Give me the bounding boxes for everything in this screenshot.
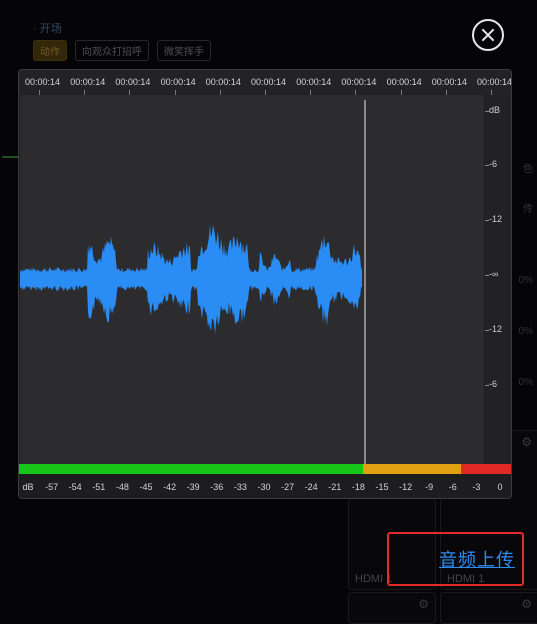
db-axis-label: -18 [351, 482, 365, 492]
right-label: 传 [523, 204, 533, 215]
waveform-area[interactable] [20, 95, 484, 464]
db-axis-label: -42 [163, 482, 177, 492]
db-axis-label: -12 [399, 482, 413, 492]
db-scale-tick [485, 111, 489, 112]
db-scale-tick [485, 165, 489, 166]
timeline-label: 00:00:14 [386, 77, 422, 87]
db-axis-label: -30 [257, 482, 271, 492]
db-axis-label: -6 [448, 482, 457, 492]
section-title: · 开场 [33, 23, 62, 35]
db-scale-label: -12 [489, 214, 503, 224]
timeline-label: 00:00:14 [70, 77, 106, 87]
db-scale: dB -6 -12 -∞ -12 -6 [485, 95, 511, 464]
db-axis-label: -9 [425, 482, 434, 492]
db-axis-label: -36 [210, 482, 224, 492]
waveform [20, 100, 366, 464]
db-axis-label: -24 [304, 482, 318, 492]
timeline-label: 00:00:14 [160, 77, 196, 87]
right-label: 色 [523, 164, 533, 175]
audio-waveform-dialog: 00:00:14 00:00:14 00:00:14 00:00:14 00:00:14… [18, 69, 512, 499]
db-axis-label: 0 [497, 482, 503, 492]
level-meter [19, 464, 511, 474]
tag-wave[interactable]: 微笑挥手 [157, 40, 211, 61]
tag-list: 动作 向观众打招呼 微笑挥手 [33, 40, 211, 61]
db-scale-tick [485, 275, 489, 276]
db-axis-label: -45 [139, 482, 153, 492]
db-axis-label: -48 [115, 482, 129, 492]
db-axis-label: -54 [68, 482, 82, 492]
db-scale-tick [485, 330, 489, 331]
close-icon[interactable] [472, 19, 504, 51]
db-axis-label: -39 [186, 482, 200, 492]
meter-red-segment [461, 464, 511, 474]
gear-icon[interactable]: ⚙ [418, 597, 429, 611]
timeline-label: 00:00:14 [25, 77, 61, 87]
timeline-label: 00:00:14 [115, 77, 151, 87]
db-scale-label: -6 [489, 159, 498, 169]
timeline-label: 00:00:14 [431, 77, 467, 87]
db-axis-label: -21 [328, 482, 342, 492]
background-accent-line [2, 156, 18, 158]
db-axis: dB -57 -54 -51 -48 -45 -42 -39 -36 -33 -30 -27 -24 -2… [19, 474, 511, 498]
right-label: 0% [518, 377, 533, 388]
db-axis-label: -15 [375, 482, 389, 492]
timeline-label: 00:00:14 [477, 77, 512, 87]
timeline-label: 00:00:14 [205, 77, 241, 87]
right-label: 0% [518, 275, 533, 286]
video-panel[interactable]: ⚙ [440, 592, 537, 624]
right-label: 0% [518, 326, 533, 337]
meter-green-segment [19, 464, 363, 474]
db-scale-label: dB [489, 105, 501, 115]
timeline-ruler[interactable]: 00:00:14 00:00:14 00:00:14 00:00:14 00:00:14… [19, 70, 511, 95]
gear-icon[interactable]: ⚙ [521, 435, 532, 449]
video-panel[interactable]: ⚙ [348, 592, 436, 624]
tag-greet[interactable]: 向观众打招呼 [75, 40, 149, 61]
db-scale-label: -∞ [489, 269, 499, 279]
meter-orange-segment [363, 464, 461, 474]
db-axis-label: -3 [472, 482, 481, 492]
timeline-label: 00:00:14 [341, 77, 377, 87]
db-axis-label: -57 [45, 482, 59, 492]
db-axis-label: -33 [233, 482, 247, 492]
audio-upload-link[interactable]: 音频上传 [439, 546, 515, 572]
timeline-label: 00:00:14 [296, 77, 332, 87]
db-axis-label: -27 [281, 482, 295, 492]
db-scale-label: -6 [489, 379, 498, 389]
db-scale-tick [485, 220, 489, 221]
db-axis-label: dB [22, 482, 34, 492]
waveform-path [20, 224, 362, 335]
background-right-column: 色 传 0% 0% 0% [510, 150, 537, 450]
db-scale-tick [485, 385, 489, 386]
db-scale-label: -12 [489, 324, 503, 334]
background-header-text: ▁▁▁▁▁▁▁▁▁▁▁▁▁▁▁▁▁▁▁▁▁▁▁▁▁▁▁▁▁▁▁▁▁▁▁ [32, 0, 472, 6]
tag-action[interactable]: 动作 [33, 40, 67, 61]
db-axis-label: -51 [92, 482, 106, 492]
timeline-label: 00:00:14 [251, 77, 287, 87]
gear-icon[interactable]: ⚙ [521, 597, 532, 611]
